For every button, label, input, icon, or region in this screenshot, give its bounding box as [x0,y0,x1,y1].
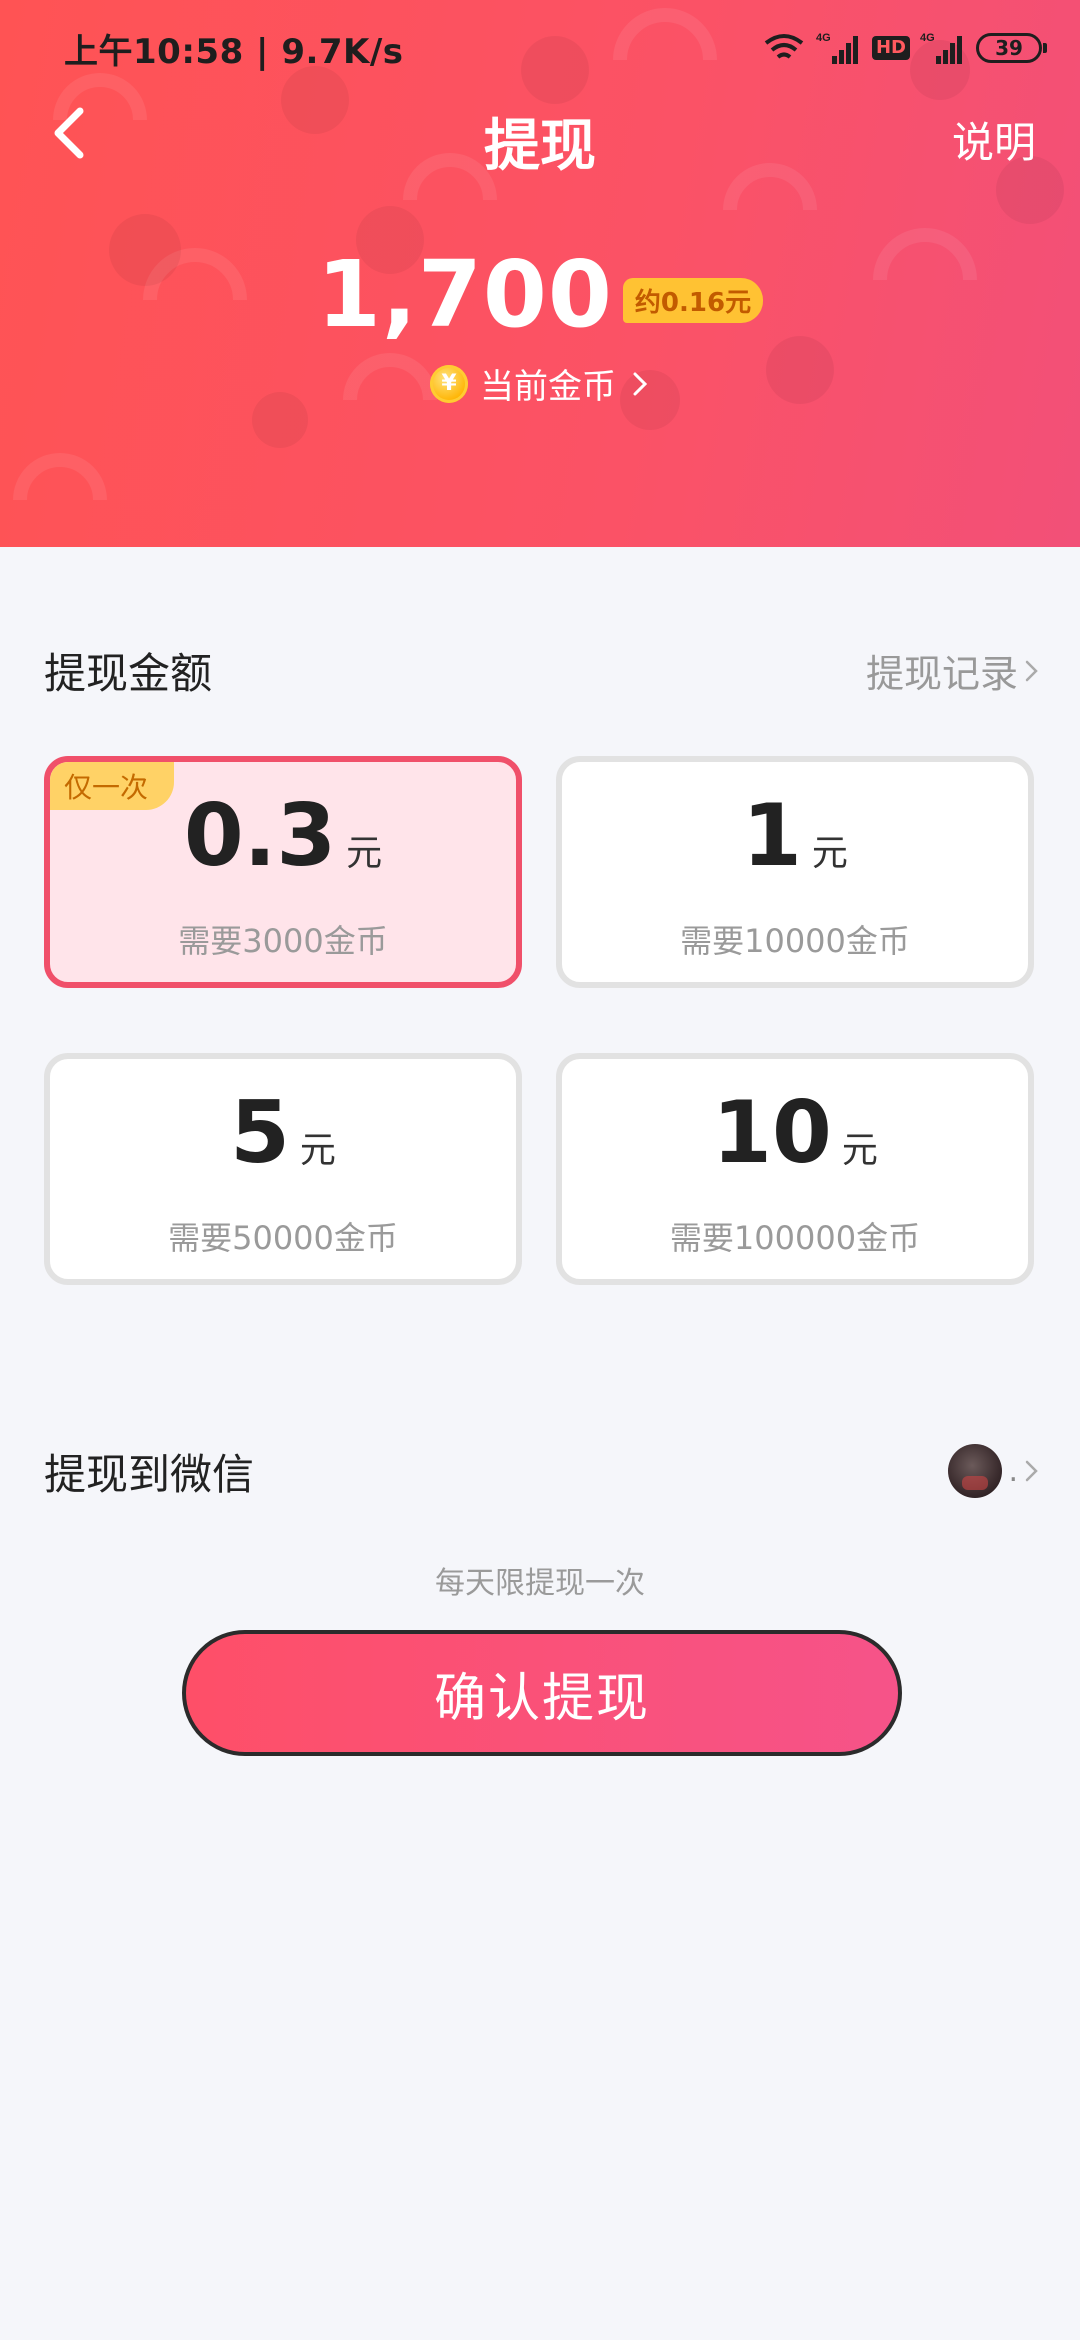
wifi-icon [764,34,804,59]
option-unit: 元 [346,833,383,874]
chevron-right-icon [1025,660,1038,681]
withdraw-option-1[interactable]: 1 元 需要10000金币 [556,756,1034,988]
hd-badge: HD [871,36,910,60]
wechat-name: . [1008,1453,1018,1489]
signal-4g-icon-2: 4G [920,32,962,64]
withdraw-option-2[interactable]: 5 元 需要50000金币 [44,1053,522,1285]
svg-text:4G: 4G [920,32,935,44]
withdraw-amount-title: 提现金额 [44,649,213,698]
option-unit: 元 [299,1130,336,1171]
withdraw-to-wechat-row[interactable]: 提现到微信 . [44,1440,1040,1502]
withdraw-to-wechat-label: 提现到微信 [44,1449,255,1499]
nav-bar: 提现 说明 [0,95,1080,179]
svg-text:4G: 4G [816,32,831,44]
option-coins-required: 需要50000金币 [168,1219,398,1257]
chevron-right-icon [1025,1460,1038,1482]
withdraw-records-label: 提现记录 [865,652,1018,696]
option-amount: 0.3 [183,786,337,886]
confirm-withdraw-button[interactable]: 确认提现 [182,1630,902,1756]
option-amount: 5 [230,1083,290,1183]
status-time-speed: 上午10:58 | 9.7K/s [64,32,404,72]
withdraw-amount-header: 提现金额 提现记录 [44,640,1040,701]
status-bar: 上午10:58 | 9.7K/s 4G HD 4G 39 [0,0,1080,95]
page-title: 提现 [484,114,596,179]
withdraw-option-0[interactable]: 仅一次 0.3 元 需要3000金币 [44,756,522,988]
approx-value-badge: 约0.16元 [622,277,764,323]
current-coins-link[interactable]: ¥ 当前金币 [430,359,650,408]
battery-icon: 39 [976,33,1047,63]
status-icons: 4G HD 4G 39 [762,24,1047,72]
signal-4g-icon: 4G [816,32,858,64]
option-amount: 10 [712,1083,832,1183]
withdraw-option-3[interactable]: 10 元 需要100000金币 [556,1053,1034,1285]
chevron-right-icon [633,372,648,395]
option-unit: 元 [811,833,848,874]
coin-balance: 1,700 约0.16元 ¥ 当前金币 [0,245,1080,408]
coin-icon: ¥ [430,364,468,403]
option-coins-required: 需要3000金币 [178,922,388,960]
option-unit: 元 [841,1130,878,1171]
withdraw-records-link[interactable]: 提现记录 [866,643,1040,698]
instructions-link[interactable]: 说明 [952,109,1036,170]
option-coins-required: 需要100000金币 [669,1219,921,1257]
coin-balance-value: 1,700 [316,241,613,348]
header-banner: 上午10:58 | 9.7K/s 4G HD 4G 39 提现 说明 1,700… [0,0,1080,547]
option-coins-required: 需要10000金币 [680,922,910,960]
avatar [948,1444,1003,1498]
once-only-tag: 仅一次 [50,762,175,810]
current-coins-label: 当前金币 [480,367,616,407]
wechat-account[interactable]: . [948,1444,1040,1498]
option-amount: 1 [742,786,802,886]
daily-limit-note: 每天限提现一次 [435,1566,645,1601]
